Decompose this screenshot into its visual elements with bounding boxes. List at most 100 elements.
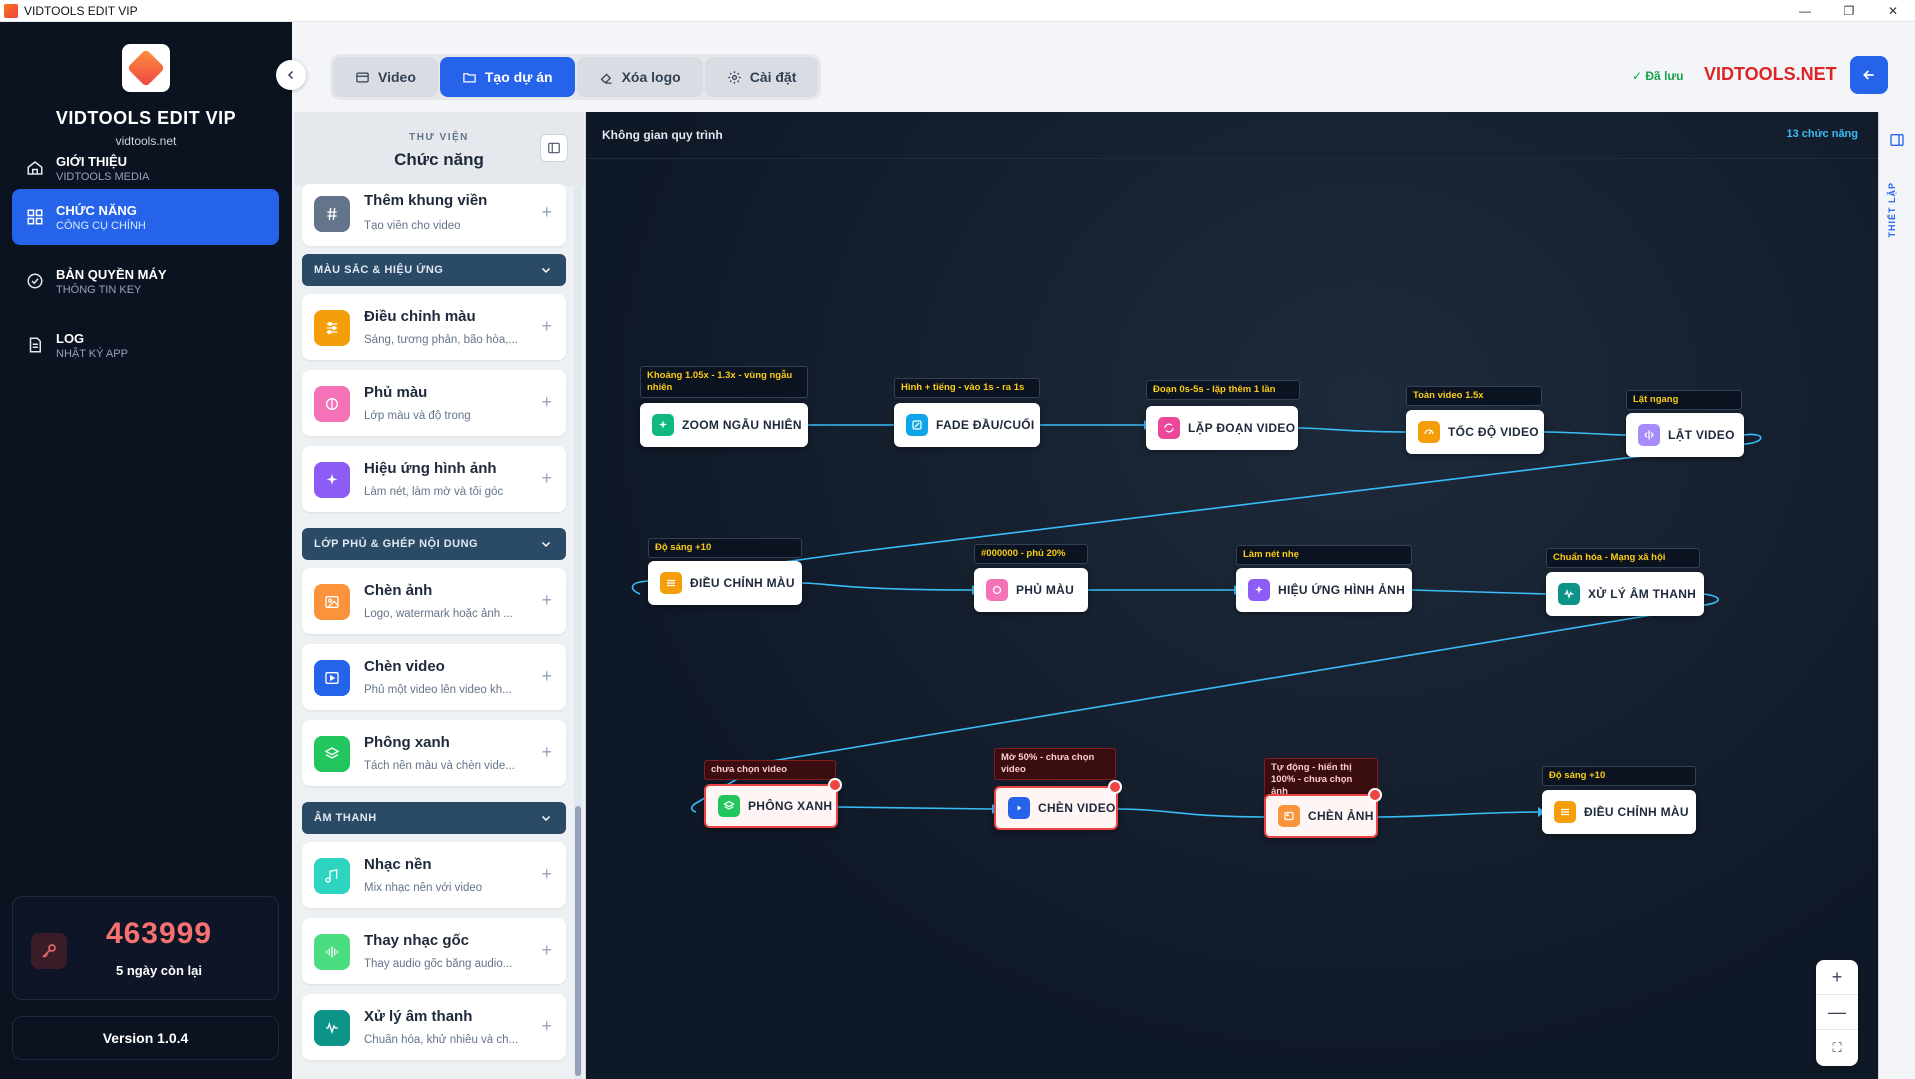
panel-left-icon [548,142,560,154]
add-icon[interactable]: + [541,864,552,885]
workflow-node[interactable]: ĐIỀU CHỈNH MÀU [1542,790,1696,834]
workflow-node[interactable]: LẬT VIDEO [1626,413,1744,457]
library-card[interactable]: Thêm khung viền Tạo viền cho video + [302,184,566,246]
add-icon[interactable]: + [541,392,552,413]
workflow-node[interactable]: XỬ LÝ ÂM THANH [1546,572,1704,616]
settings-rail: THIẾT LẬP [1878,112,1915,1079]
zoom-in-button[interactable]: + [1816,960,1858,995]
card-title: Phủ màu [364,384,428,401]
card-title: Xử lý âm thanh [364,1008,473,1025]
section-color-effects[interactable]: MÀU SẮC & HIỆU ỨNG [302,254,566,286]
layers-icon [718,795,740,817]
film-icon [356,72,369,82]
add-icon[interactable]: + [541,316,552,337]
warning-icon [1108,780,1122,794]
sidebar-item-title: GIỚI THIỆU [56,153,128,169]
tab-settings[interactable]: Cài đặt [704,57,819,97]
workflow-node[interactable]: ZOOM NGẪU NHIÊN [640,403,808,447]
library-scrollbar[interactable] [574,186,582,1079]
library-card[interactable]: Xử lý âm thanh Chuẩn hóa, khử nhiễu và c… [302,994,566,1060]
fit-view-button[interactable]: ⛶ [1816,1030,1858,1065]
workflow-node[interactable]: ĐIỀU CHỈNH MÀU [648,561,802,605]
workflow-node[interactable]: TỐC ĐỘ VIDEO [1406,410,1544,454]
scrollbar-thumb[interactable] [575,806,581,1076]
sliders-icon [314,310,350,346]
section-overlay[interactable]: LỚP PHỦ & GHÉP NỘI DUNG [302,528,566,560]
workflow-node[interactable]: FADE ĐẦU/CUỐI [894,403,1040,447]
close-button[interactable]: ✕ [1871,0,1915,22]
workflow-node[interactable]: CHÈN ẢNH [1264,788,1382,838]
library-card[interactable]: Phủ màu Lớp màu và độ trong + [302,370,566,436]
workflow-node[interactable]: CHÈN VIDEO [994,780,1122,830]
library-card[interactable]: Thay nhạc gốc Thay audio gốc bằng audio.… [302,918,566,984]
droplet-icon [314,386,350,422]
node-label: ZOOM NGẪU NHIÊN [682,418,802,432]
library-collapse-button[interactable] [540,134,568,162]
tab-video[interactable]: Video [333,57,438,97]
grid-icon [24,206,46,228]
maximize-button[interactable]: ❐ [1827,0,1871,22]
library-card[interactable]: Hiệu ứng hình ảnh Làm nét, làm mờ và tối… [302,446,566,512]
card-desc: Mix nhạc nền với video [364,882,483,894]
sidebar-item-sub: THÔNG TIN KEY [56,283,142,296]
workflow-node[interactable]: PHỦ MÀU [974,568,1088,612]
library-card[interactable]: Điều chỉnh màu Sáng, tương phản, bão hòa… [302,294,566,360]
add-icon[interactable]: + [541,202,552,223]
workflow-canvas[interactable]: Không gian quy trình 13 chức năng Khoảng… [586,112,1878,1079]
section-label: LỚP PHỦ & GHÉP NỘI DUNG [314,538,479,550]
zoom-out-button[interactable]: — [1816,995,1858,1030]
workflow-node[interactable]: HIỆU ỨNG HÌNH ẢNH [1236,568,1412,612]
sidebar-collapse-button[interactable] [276,60,306,90]
app-logo [122,44,170,92]
node-label: HIỆU ỨNG HÌNH ẢNH [1278,583,1406,597]
sidebar-item-intro[interactable]: GIỚI THIỆU VIDTOOLS MEDIA [12,140,279,196]
image-icon [314,584,350,620]
workflow-node[interactable]: PHÔNG XANH [704,778,842,828]
card-desc: Sáng, tương phản, bão hòa,... [364,334,518,346]
add-icon[interactable]: + [541,1016,552,1037]
panel-right-icon[interactable] [1889,132,1905,153]
node-label: LẬT VIDEO [1668,428,1735,442]
card-desc: Logo, watermark hoặc ảnh ... [364,608,513,620]
node-label: CHÈN ẢNH [1308,809,1374,823]
section-audio[interactable]: ÂM THANH [302,802,566,834]
add-icon[interactable]: + [541,590,552,611]
card-desc: Tách nền màu và chèn vide... [364,760,515,772]
minimize-button[interactable]: — [1783,0,1827,22]
app-icon [4,3,18,18]
node-config-tag: Khoảng 1.05x - 1.3x - vùng ngẫu nhiên [640,366,808,398]
card-desc: Làm nét, làm mờ và tối góc [364,486,504,498]
workflow-node[interactable]: LẶP ĐOẠN VIDEO [1146,406,1298,450]
library-card[interactable]: Chèn video Phủ một video lên video kh...… [302,644,566,710]
card-title: Hiệu ứng hình ảnh [364,460,497,477]
zoom-controls: + — ⛶ [1816,960,1858,1066]
sidebar-item-features[interactable]: CHỨC NĂNG CÔNG CỤ CHÍNH [12,189,279,245]
library-card[interactable]: Chèn ảnh Logo, watermark hoặc ảnh ... + [302,568,566,634]
tab-create-project[interactable]: Tạo dự án [439,57,575,97]
main-tabs: Video Tạo dự án Xóa logo Cài đặt [330,54,822,100]
top-bar: Video Tạo dự án Xóa logo Cài đặt ✓ Đã lư… [292,22,1915,112]
add-icon[interactable]: + [541,742,552,763]
add-icon[interactable]: + [541,940,552,961]
node-config-tag: chưa chọn video [704,760,836,780]
card-title: Chèn video [364,658,445,675]
settings-label[interactable]: THIẾT LẬP [1887,182,1897,238]
music-note-icon [314,858,350,894]
tab-label: Tạo dự án [484,69,553,85]
node-config-tag: Toàn video 1.5x [1406,386,1542,406]
library-card[interactable]: Phông xanh Tách nền màu và chèn vide... … [302,720,566,786]
add-icon[interactable]: + [541,468,552,489]
title-bar: VIDTOOLS EDIT VIP — ❐ ✕ [0,0,1915,22]
card-title: Phông xanh [364,734,450,751]
waveform-icon [314,1010,350,1046]
add-icon[interactable]: + [541,666,552,687]
chevron-down-icon [541,815,551,822]
back-button[interactable] [1850,56,1888,94]
tab-remove-logo[interactable]: Xóa logo [576,57,703,97]
card-desc: Thay audio gốc bằng audio... [364,958,513,970]
sidebar-item-log[interactable]: LOG NHẬT KÝ APP [12,317,279,373]
sidebar-item-license[interactable]: BẢN QUYỀN MÁY THÔNG TIN KEY [12,253,279,309]
node-config-tag: Mờ 50% - chưa chọn video [994,748,1116,780]
play-square-icon [1008,797,1030,819]
library-card[interactable]: Nhạc nền Mix nhạc nền với video + [302,842,566,908]
